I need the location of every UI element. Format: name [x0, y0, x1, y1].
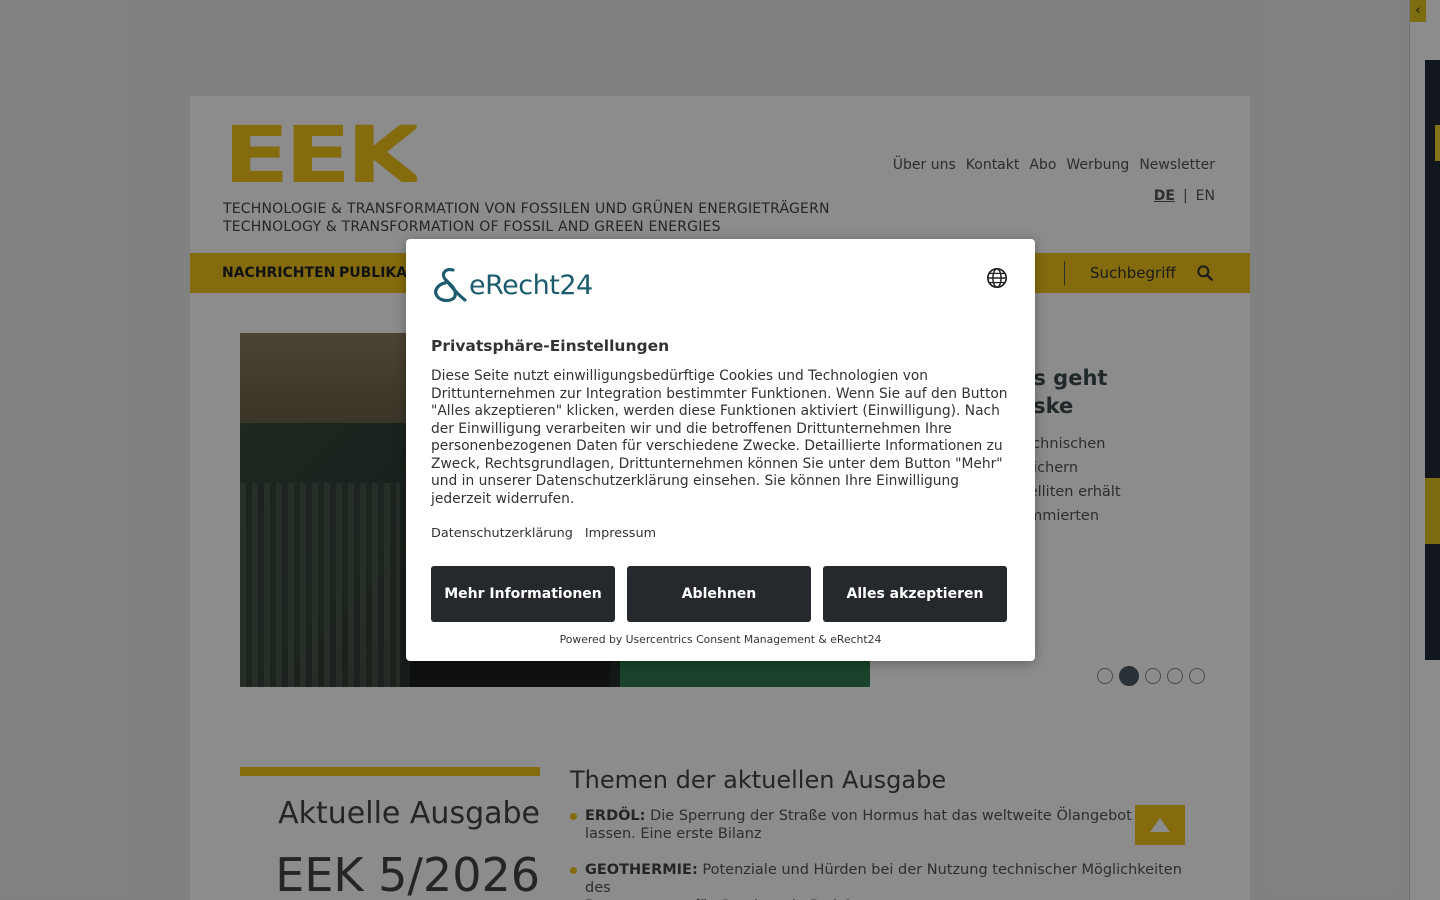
- consent-text: Diese Seite nutzt einwilligungsbedürftig…: [431, 368, 1008, 507]
- consent-brand: eRecht24: [469, 269, 593, 301]
- consent-logo: eRecht24: [431, 265, 593, 305]
- accept-all-button[interactable]: Alles akzeptieren: [823, 566, 1007, 622]
- consent-title: Privatsphäre-Einstellungen: [431, 337, 670, 355]
- consent-links: Datenschutzerklärung Impressum: [431, 526, 656, 541]
- more-information-button[interactable]: Mehr Informationen: [431, 566, 615, 622]
- consent-dialog: eRecht24 Privatsphäre-Einstellungen Dies…: [406, 239, 1035, 661]
- erecht24-ampersand-icon: [434, 268, 467, 303]
- globe-icon[interactable]: [986, 267, 1008, 289]
- deny-button[interactable]: Ablehnen: [627, 566, 811, 622]
- privacy-policy-link[interactable]: Datenschutzerklärung: [431, 526, 573, 541]
- imprint-link[interactable]: Impressum: [585, 526, 656, 541]
- powered-by: Powered by Usercentrics Consent Manageme…: [559, 633, 882, 646]
